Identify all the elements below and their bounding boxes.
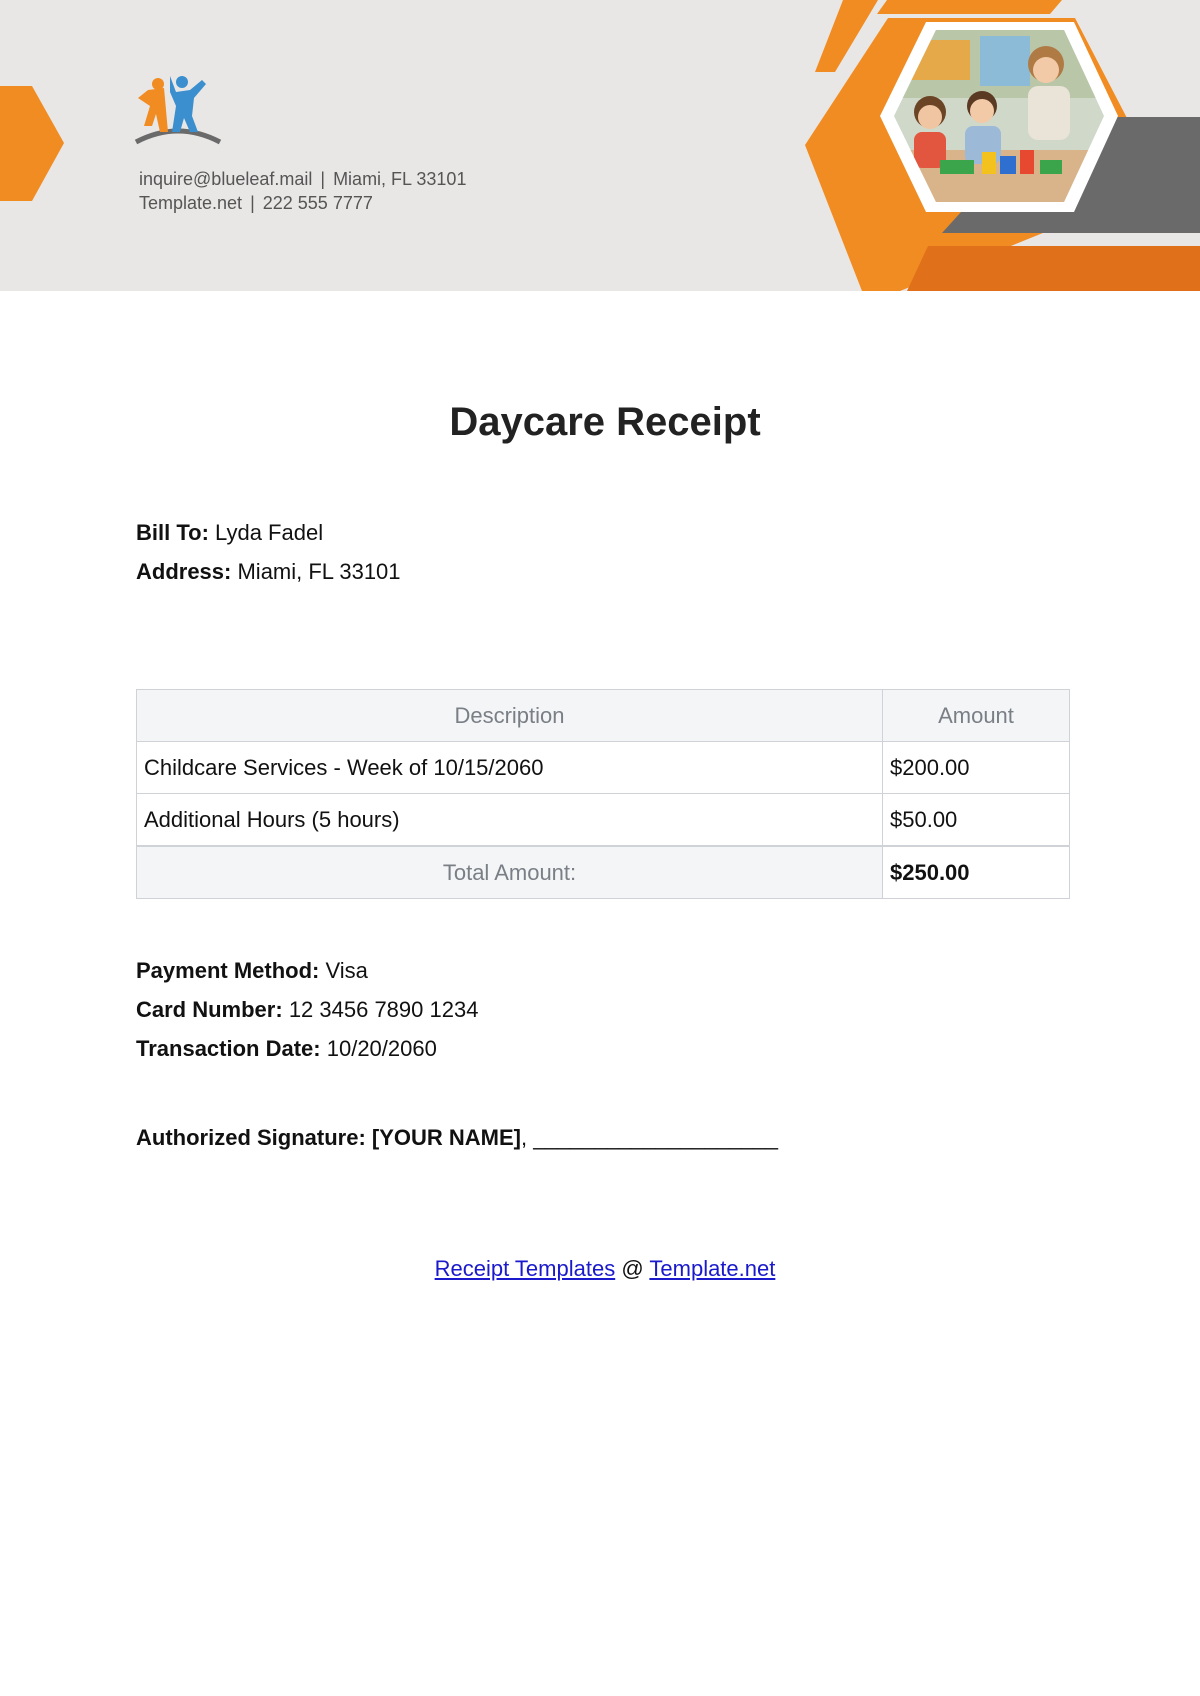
email-text: inquire@blueleaf.mail [139,169,313,189]
row-amount: $200.00 [882,741,1070,794]
table-row: Additional Hours (5 hours) $50.00 [136,793,1070,847]
signature-blank: , ____________________ [521,1125,778,1150]
row-description: Additional Hours (5 hours) [136,793,883,847]
transaction-date-label: Transaction Date: [136,1036,321,1061]
header-description: Description [136,689,883,742]
location-text: Miami, FL 33101 [333,169,467,189]
address-value: Miami, FL 33101 [237,559,401,584]
total-label: Total Amount: [136,845,883,899]
contact-line-2: Template.net | 222 555 7777 [139,191,466,215]
bill-to-value: Lyda Fadel [215,520,324,545]
card-number-value: 12 3456 7890 1234 [288,997,479,1022]
row-description: Childcare Services - Week of 10/15/2060 [136,741,883,794]
transaction-date-line: Transaction Date: 10/20/2060 [136,1034,437,1064]
card-number-line: Card Number: 12 3456 7890 1234 [136,995,478,1025]
address-line: Address: Miami, FL 33101 [136,557,401,587]
page-title: Daycare Receipt [449,400,761,444]
left-arrow-shape [0,86,64,201]
table-header-row: Description Amount [136,689,1070,742]
phone-text: 222 555 7777 [262,193,373,213]
page-header: inquire@blueleaf.mail | Miami, FL 33101 Te… [0,0,1200,291]
payment-method-label: Payment Method: [136,958,320,983]
payment-method-value: Visa [325,958,368,983]
bottom-band-shape [907,246,1200,291]
table-row: Childcare Services - Week of 10/15/2060 … [136,741,1070,794]
separator: | [250,193,255,213]
row-amount: $50.00 [882,793,1070,847]
header-amount: Amount [882,689,1070,742]
bill-to-label: Bill To: [136,520,209,545]
signature-label: Authorized Signature: [YOUR NAME] [136,1125,521,1150]
top-bar-shape-2 [877,0,1062,14]
signature-line: Authorized Signature: [YOUR NAME], _____… [136,1125,778,1151]
contact-info: inquire@blueleaf.mail | Miami, FL 33101 Te… [139,167,466,215]
contact-line-1: inquire@blueleaf.mail | Miami, FL 33101 [139,167,466,191]
separator: | [320,169,326,189]
footer-at: @ [621,1256,644,1281]
address-label: Address: [136,559,232,584]
footer: Receipt Templates @ Template.net [0,1256,1200,1282]
bill-to-line: Bill To: Lyda Fadel [136,518,323,548]
receipt-templates-link[interactable]: Receipt Templates [435,1256,616,1281]
payment-method-line: Payment Method: Visa [136,956,368,986]
receipt-table: Description Amount Childcare Services - … [136,689,1070,899]
transaction-date-value: 10/20/2060 [326,1036,437,1061]
total-row: Total Amount: $250.00 [136,845,1070,899]
website-text: Template.net [139,193,243,213]
total-value: $250.00 [882,845,1070,899]
template-net-link[interactable]: Template.net [649,1256,775,1281]
card-number-label: Card Number: [136,997,283,1022]
blueleaf-logo [134,76,222,145]
